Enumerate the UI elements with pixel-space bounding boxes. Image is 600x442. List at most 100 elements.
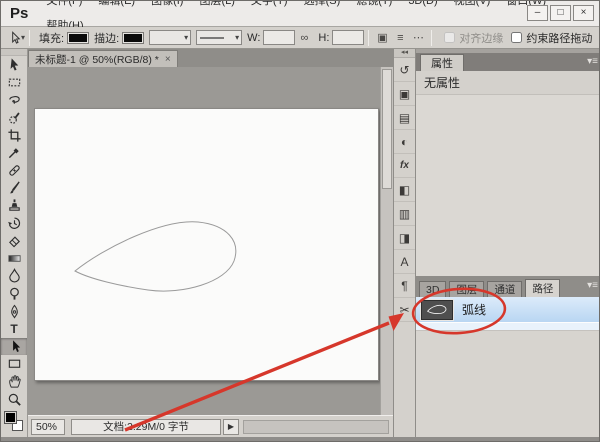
canvas-page[interactable] [34, 108, 379, 381]
tool-clone-stamp[interactable] [1, 197, 27, 215]
tool-move[interactable] [1, 56, 27, 74]
stroke-width-dropdown[interactable]: ▾ [149, 30, 192, 45]
menu-item-view[interactable]: 视图(V) [446, 1, 499, 7]
tool-preset-picker[interactable]: ▾ [7, 30, 25, 45]
dock-panel-clone-source-icon[interactable]: ◨ [394, 226, 415, 250]
tools-list: T [1, 56, 27, 408]
expand-panels-icon[interactable]: ◂◂ [394, 49, 415, 58]
chevron-down-icon: ▾ [235, 33, 240, 42]
tool-eraser[interactable] [1, 232, 27, 250]
color-swatches-widget[interactable] [1, 410, 27, 434]
tool-path-select[interactable] [1, 337, 27, 356]
tool-eyedropper[interactable] [1, 144, 27, 162]
stroke-swatch[interactable] [122, 31, 145, 44]
constrain-path-drag-checkbox-input[interactable] [511, 32, 523, 43]
dock-panel-adjustments-icon[interactable]: ◐ [394, 130, 415, 154]
tab-channels[interactable]: 通道 [487, 281, 523, 297]
tab-paths[interactable]: 路径 [525, 279, 561, 297]
stroke-label: 描边: [94, 32, 120, 45]
dock-panel-character-icon[interactable]: A [394, 250, 415, 274]
link-dimensions-icon[interactable]: ∞ [295, 30, 313, 46]
properties-panel-body: 无属性 [416, 71, 599, 277]
tool-shape[interactable] [1, 355, 27, 373]
dock-panel-swatches-icon[interactable]: ▣ [394, 82, 415, 106]
width-label: W: [247, 31, 261, 44]
tool-dodge[interactable] [1, 285, 27, 303]
tool-healing-brush[interactable] [1, 162, 27, 180]
tool-pen[interactable] [1, 302, 27, 320]
chevron-down-icon: ▾ [184, 33, 189, 42]
tool-zoom[interactable] [1, 390, 27, 408]
path-list-item-selected[interactable]: 弧线 [416, 297, 599, 323]
dock-panel-paragraph-icon[interactable]: ¶ [394, 274, 415, 298]
marquee-tool-icon [8, 78, 20, 87]
height-input[interactable] [332, 30, 365, 45]
path-select-tool-icon [12, 340, 20, 352]
close-button[interactable]: × [573, 5, 594, 21]
menu-item-type[interactable]: 文字(Y) [243, 1, 296, 7]
properties-panel-menu-icon[interactable]: ▾≡ [587, 56, 598, 68]
dock-panel-brushes-icon[interactable]: ▥ [394, 202, 415, 226]
status-flyout-icon[interactable]: ▶ [223, 418, 239, 435]
tool-crop[interactable] [1, 126, 27, 144]
maximize-button[interactable]: □ [550, 5, 571, 21]
document-tab-bar: 未标题-1 @ 50%(RGB/8) * × [28, 49, 393, 67]
tools-panel-grip[interactable] [1, 49, 27, 56]
menu-item-filter[interactable]: 滤镜(T) [348, 1, 400, 7]
close-document-icon[interactable]: × [165, 54, 171, 65]
path-arrangement-icon[interactable]: ⋯ [409, 30, 427, 46]
tab-layers[interactable]: 图层 [449, 281, 485, 297]
path-alignment-icon[interactable]: ≡ [391, 30, 409, 46]
dock-panel-patterns-icon[interactable]: ▤ [394, 106, 415, 130]
document-size-info: 文档:2.29M/0 字节 [71, 418, 221, 435]
menu-item-file[interactable]: 文件(F) [38, 1, 90, 7]
tool-type[interactable]: T [1, 320, 27, 338]
align-edges-checkbox[interactable]: 对齐边缘 [444, 30, 503, 46]
constrain-path-drag-checkbox[interactable]: 约束路径拖动 [511, 30, 592, 46]
canvas-pasteboard[interactable] [28, 67, 393, 415]
width-input[interactable] [263, 30, 296, 45]
tool-gradient[interactable] [1, 250, 27, 268]
dock-panel-3d-material-icon[interactable]: ◧ [394, 178, 415, 202]
align-edges-checkbox-input[interactable] [444, 32, 456, 43]
dock-panel-tool-presets-icon[interactable]: ✂ [394, 298, 415, 322]
tool-options-bar: ▾ 填充: 描边: ▾ ▾ W: ∞ H: ▣ ≡ ⋯ 对齐边缘 约束路径拖动 [1, 27, 599, 49]
fill-swatch[interactable] [67, 31, 90, 44]
menu-item-select[interactable]: 选择(S) [296, 1, 349, 7]
menu-item-layer[interactable]: 图层(L) [191, 1, 242, 7]
shape-tool-icon [8, 360, 20, 369]
tool-hand[interactable] [1, 373, 27, 391]
tool-marquee[interactable] [1, 74, 27, 92]
menu-item-edit[interactable]: 编辑(E) [90, 1, 143, 7]
tool-quick-select[interactable] [1, 109, 27, 127]
vertical-scrollbar-thumb[interactable] [382, 69, 392, 189]
tool-lasso[interactable] [1, 91, 27, 109]
path-thumbnail[interactable] [420, 298, 454, 321]
blur-tool-icon [8, 268, 20, 283]
tab-properties[interactable]: 属性 [420, 54, 464, 71]
path-operations-icon[interactable]: ▣ [373, 30, 391, 46]
tool-history-brush[interactable] [1, 214, 27, 232]
menu-item-image[interactable]: 图像(I) [143, 1, 191, 7]
tool-blur[interactable] [1, 267, 27, 285]
healing-brush-tool-icon [8, 165, 20, 176]
stroke-type-dropdown[interactable]: ▾ [196, 30, 243, 45]
dock-panel-history-icon[interactable]: ↺ [394, 58, 415, 82]
photoshop-logo: Ps [10, 5, 29, 22]
separator [29, 29, 31, 46]
paths-panel-empty-area[interactable] [416, 379, 599, 437]
eyedropper-tool-icon [8, 148, 19, 159]
vertical-scrollbar[interactable] [380, 67, 393, 415]
tab-3d[interactable]: 3D [419, 281, 447, 297]
minimize-button[interactable]: – [527, 5, 548, 21]
zoom-level-field[interactable]: 50% [31, 418, 65, 435]
tool-brush[interactable] [1, 179, 27, 197]
paths-panel-menu-icon[interactable]: ▾≡ [587, 280, 598, 292]
horizontal-scrollbar[interactable] [243, 419, 389, 434]
document-tab[interactable]: 未标题-1 @ 50%(RGB/8) * × [28, 50, 178, 67]
path-name-label: 弧线 [462, 303, 487, 317]
path-select-tool-icon [12, 30, 21, 44]
dock-panel-effects-icon[interactable]: fx [394, 154, 415, 178]
foreground-color-swatch[interactable] [4, 410, 17, 424]
menu-item-threed[interactable]: 3D(D) [400, 1, 445, 7]
